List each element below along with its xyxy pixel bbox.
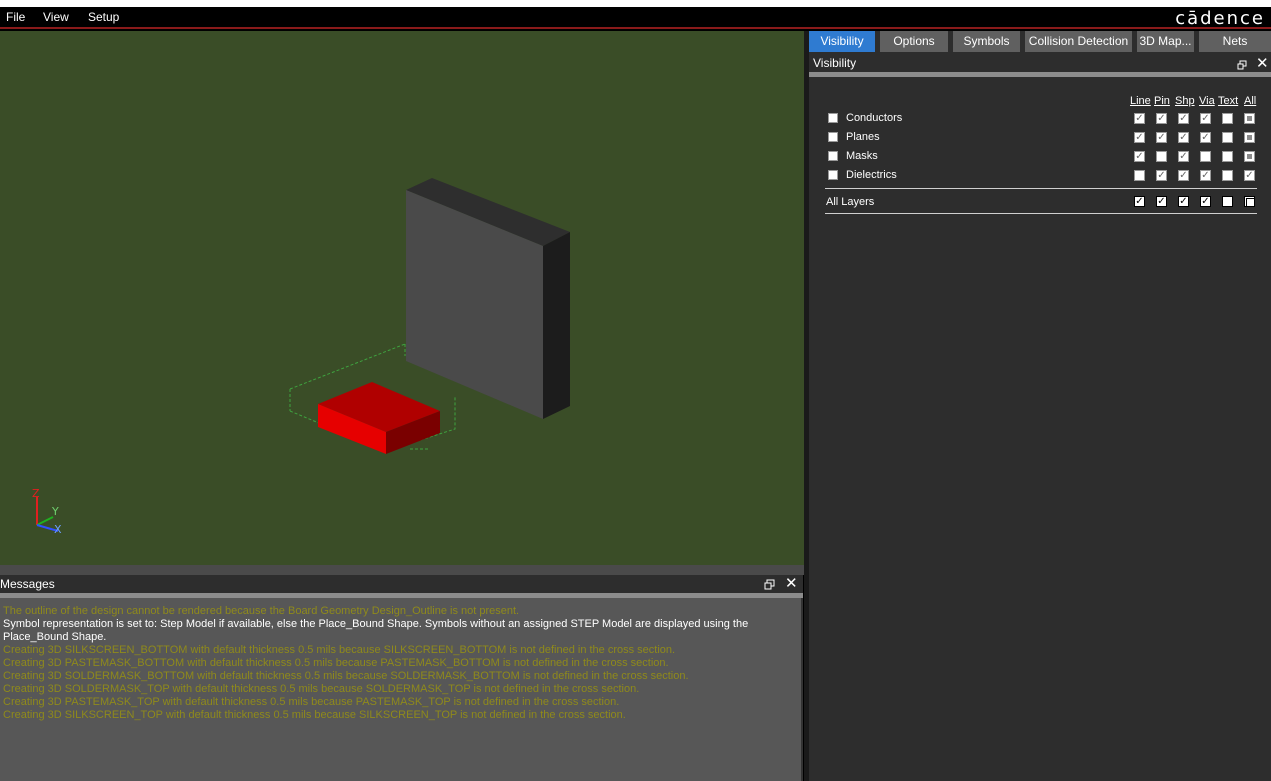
message-line: Creating 3D SILKSCREEN_TOP with default …	[3, 709, 626, 721]
column-header-line[interactable]: Line	[1130, 95, 1151, 107]
checkbox-dielectrics-via[interactable]: ✓	[1200, 170, 1211, 181]
float-window-icon[interactable]	[1237, 60, 1247, 70]
axis-z-label: Z	[32, 487, 40, 500]
tab-strip: Visibility Options Symbols Collision Detect…	[809, 31, 1271, 53]
checkbox-all-layers-line[interactable]: ✓	[1134, 196, 1145, 207]
checkbox-planes-shp[interactable]: ✓	[1178, 132, 1189, 143]
checkbox-dielectrics-shp[interactable]: ✓	[1178, 170, 1189, 181]
messages-panel: Messages ✕ The outline of the design can…	[0, 575, 803, 781]
message-line: Creating 3D PASTEMASK_BOTTOM with defaul…	[3, 657, 669, 669]
checkbox-all-layers-via[interactable]: ✓	[1200, 196, 1211, 207]
column-header-all[interactable]: All	[1244, 95, 1256, 107]
message-line: The outline of the design cannot be rend…	[3, 605, 520, 617]
checkbox-all-layers-text[interactable]	[1222, 196, 1233, 207]
row-checkbox-masks[interactable]	[828, 151, 838, 161]
menu-setup[interactable]: Setup	[88, 10, 119, 24]
row-label-masks: Masks	[846, 150, 878, 162]
visibility-panel-title: Visibility	[813, 56, 857, 70]
axis-x-label: X	[54, 523, 62, 536]
3d-scene: Z Y X	[32, 178, 570, 536]
message-line: Creating 3D SOLDERMASK_TOP with default …	[3, 683, 640, 695]
checkbox-conductors-via[interactable]: ✓	[1200, 113, 1211, 124]
column-header-via[interactable]: Via	[1199, 95, 1215, 107]
row-label-conductors: Conductors	[846, 112, 903, 124]
title-strip	[0, 0, 1271, 7]
row-label-dielectrics: Dielectrics	[846, 169, 897, 181]
checkbox-dielectrics-line[interactable]	[1134, 170, 1145, 181]
visibility-header-bar	[809, 72, 1271, 77]
checkbox-masks-shp[interactable]: ✓	[1178, 151, 1189, 162]
axis-triad: Z Y X	[32, 487, 62, 536]
gray-box-side	[543, 232, 570, 419]
checkbox-masks-all[interactable]	[1244, 151, 1255, 162]
column-header-pin[interactable]: Pin	[1154, 95, 1170, 107]
all-layers-label: All Layers	[826, 196, 875, 208]
checkbox-dielectrics-all[interactable]: ✓	[1244, 170, 1255, 181]
checkbox-conductors-pin[interactable]: ✓	[1156, 113, 1167, 124]
tab-visibility[interactable]: Visibility	[809, 31, 875, 52]
tab-collision-detection[interactable]: Collision Detection	[1025, 31, 1132, 52]
checkbox-all-layers-shp[interactable]: ✓	[1178, 196, 1189, 207]
tab-3d-map[interactable]: 3D Map...	[1137, 31, 1194, 52]
messages-title: Messages	[0, 577, 55, 591]
column-header-shp[interactable]: Shp	[1175, 95, 1195, 107]
checkbox-all-layers-all[interactable]	[1244, 196, 1255, 207]
close-icon[interactable]: ✕	[1256, 56, 1269, 71]
message-line: Creating 3D SILKSCREEN_BOTTOM with defau…	[3, 644, 676, 656]
checkbox-masks-pin[interactable]	[1156, 151, 1167, 162]
checkbox-planes-pin[interactable]: ✓	[1156, 132, 1167, 143]
tab-options[interactable]: Options	[880, 31, 948, 52]
row-label-planes: Planes	[846, 131, 880, 143]
3d-viewport[interactable]: Z Y X	[0, 31, 804, 565]
float-window-icon[interactable]	[764, 579, 775, 590]
column-header-text[interactable]: Text	[1218, 95, 1238, 107]
checkbox-all-layers-pin[interactable]: ✓	[1156, 196, 1167, 207]
menu-view[interactable]: View	[43, 10, 69, 24]
row-checkbox-conductors[interactable]	[828, 113, 838, 123]
axis-y-label: Y	[51, 505, 59, 518]
messages-log: The outline of the design cannot be rend…	[0, 598, 803, 781]
checkbox-dielectrics-pin[interactable]: ✓	[1156, 170, 1167, 181]
message-line: Creating 3D SOLDERMASK_BOTTOM with defau…	[3, 670, 689, 682]
checkbox-masks-line[interactable]: ✓	[1134, 151, 1145, 162]
checkbox-conductors-line[interactable]: ✓	[1134, 113, 1145, 124]
row-checkbox-dielectrics[interactable]	[828, 170, 838, 180]
row-checkbox-planes[interactable]	[828, 132, 838, 142]
message-line: Symbol representation is set to: Step Mo…	[3, 618, 749, 643]
menu-file[interactable]: File	[6, 10, 25, 24]
message-line: Creating 3D PASTEMASK_TOP with default t…	[3, 696, 620, 708]
checkbox-conductors-all[interactable]	[1244, 113, 1255, 124]
checkbox-masks-via[interactable]	[1200, 151, 1211, 162]
separator	[825, 188, 1257, 189]
menu-bar: File View Setup cādence	[0, 7, 1271, 29]
checkbox-conductors-text[interactable]	[1222, 113, 1233, 124]
tab-nets[interactable]: Nets	[1199, 31, 1271, 52]
checkbox-dielectrics-text[interactable]	[1222, 170, 1233, 181]
checkbox-conductors-shp[interactable]: ✓	[1178, 113, 1189, 124]
right-panel: Visibility Options Symbols Collision Detect…	[809, 31, 1271, 781]
checkbox-planes-line[interactable]: ✓	[1134, 132, 1145, 143]
tab-symbols[interactable]: Symbols	[953, 31, 1020, 52]
checkbox-planes-text[interactable]	[1222, 132, 1233, 143]
checkbox-masks-text[interactable]	[1222, 151, 1233, 162]
separator	[825, 213, 1257, 214]
cadence-logo: cādence	[1175, 8, 1265, 29]
close-icon[interactable]: ✕	[785, 576, 798, 591]
checkbox-planes-all[interactable]	[1244, 132, 1255, 143]
horizontal-splitter[interactable]	[0, 565, 804, 575]
checkbox-planes-via[interactable]: ✓	[1200, 132, 1211, 143]
